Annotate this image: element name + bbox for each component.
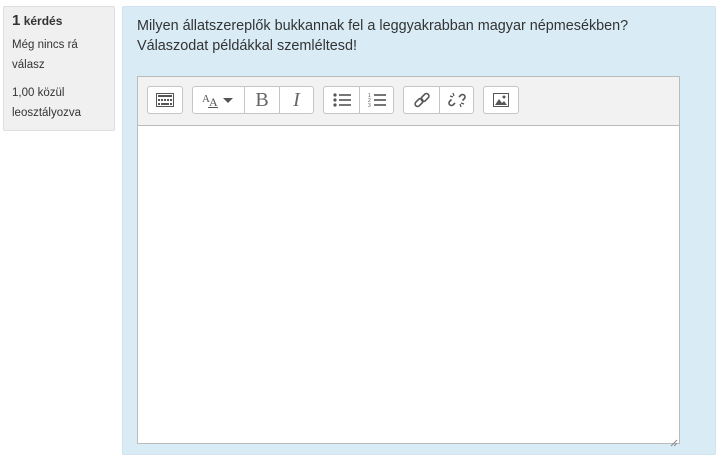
ordered-list-icon: 1 2 3 (368, 92, 386, 108)
svg-text:3: 3 (368, 103, 371, 108)
toolbar-group-text: A A B I (192, 86, 314, 114)
question-text: Milyen állatszereplők bukkannak fel a le… (137, 16, 697, 56)
svg-text:A: A (209, 95, 218, 109)
question-state: Még nincs rá válasz (12, 39, 78, 71)
toolbar-group-toggle (147, 86, 183, 114)
answer-editor: A A B I 1 2 3 (137, 76, 680, 447)
unordered-list-icon (332, 93, 351, 107)
question-content-panel: Milyen állatszereplők bukkannak fel a le… (122, 6, 716, 455)
italic-icon: I (293, 88, 300, 111)
image-button[interactable] (484, 87, 518, 113)
toolbar-group-links (403, 86, 474, 114)
answer-textarea[interactable] (138, 126, 679, 443)
toolbar-group-lists: 1 2 3 (323, 86, 394, 114)
toolbar-toggle-button[interactable] (148, 87, 182, 113)
unlink-button[interactable] (439, 87, 473, 113)
question-number-label: kérdés (23, 14, 63, 28)
image-icon (493, 93, 509, 107)
resize-handle-icon[interactable] (670, 434, 678, 447)
link-icon (413, 91, 431, 109)
ordered-list-button[interactable]: 1 2 3 (359, 87, 393, 113)
bold-icon: B (255, 88, 269, 111)
bold-button[interactable]: B (244, 87, 279, 113)
question-info-panel: 1 kérdés Még nincs rá válasz 1,00 közül … (3, 6, 115, 131)
question-text-line1: Milyen állatszereplők bukkannak fel a le… (137, 18, 629, 34)
question-number: 1 kérdés (12, 13, 106, 29)
unlink-icon (447, 91, 466, 109)
question-number-value: 1 (12, 12, 21, 29)
unordered-list-button[interactable] (324, 87, 359, 113)
editor-toolbar: A A B I 1 2 3 (138, 77, 679, 126)
question-grade: 1,00 közül leosztályozva (12, 87, 82, 119)
link-button[interactable] (404, 87, 439, 113)
font-style-button[interactable]: A A (193, 87, 244, 113)
toolbar-toggle-icon (156, 93, 174, 107)
italic-button[interactable]: I (279, 87, 313, 113)
question-text-line2: Válaszodat példákkal szemléltesd! (137, 38, 357, 54)
font-style-icon: A A (202, 91, 236, 109)
toolbar-group-media (483, 86, 519, 114)
